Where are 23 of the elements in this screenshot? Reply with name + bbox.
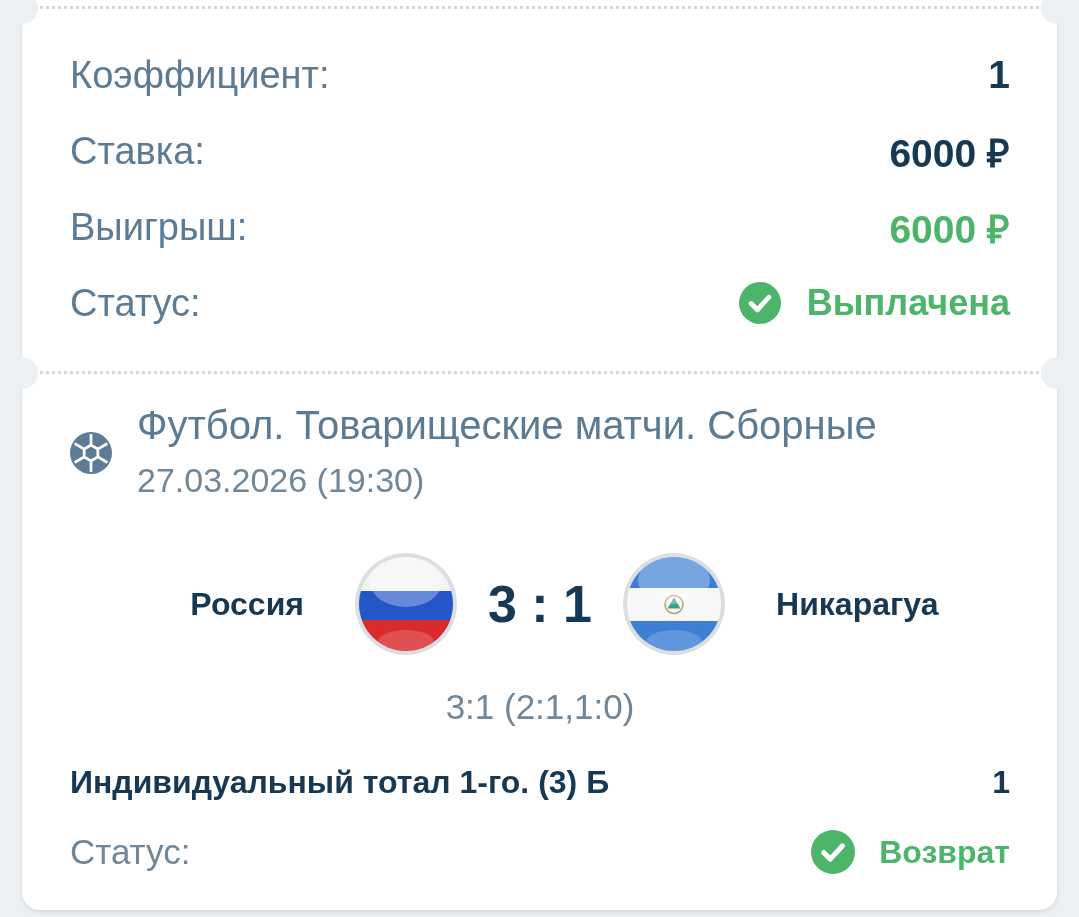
status-value: Возврат xyxy=(879,833,1010,871)
row-label: Статус: xyxy=(70,281,201,325)
row-label: Коэффициент: xyxy=(70,53,330,97)
flag-icon xyxy=(622,552,727,656)
status-label: Статус: xyxy=(70,832,191,872)
check-circle-icon xyxy=(738,282,781,324)
winnings-value: 6000 ₽ xyxy=(889,206,1010,253)
event-date: 27.03.2026 (19:30) xyxy=(137,460,426,501)
bet-market: Индивидуальный тотал 1-го. (3) Б xyxy=(70,763,610,801)
flag-icon xyxy=(353,552,458,656)
row-label: Ставка: xyxy=(70,129,205,173)
status-value: Выплачена xyxy=(806,282,1010,324)
team-name: Россия xyxy=(190,585,304,623)
event-title: Футбол. Товарищеские матчи. Сборные xyxy=(137,403,878,447)
period-scores: 3:1 (2:1,1:0) xyxy=(445,687,635,726)
soccer-ball-icon xyxy=(70,431,112,474)
row-value: 6000 ₽ xyxy=(889,130,1010,177)
row-value: 1 xyxy=(988,53,1010,97)
match-score: 3 : 1 xyxy=(487,574,593,634)
check-circle-icon xyxy=(811,830,856,874)
row-label: Выигрыш: xyxy=(70,205,248,249)
team-name: Никарагуа xyxy=(776,585,939,623)
bet-odds: 1 xyxy=(992,763,1010,801)
